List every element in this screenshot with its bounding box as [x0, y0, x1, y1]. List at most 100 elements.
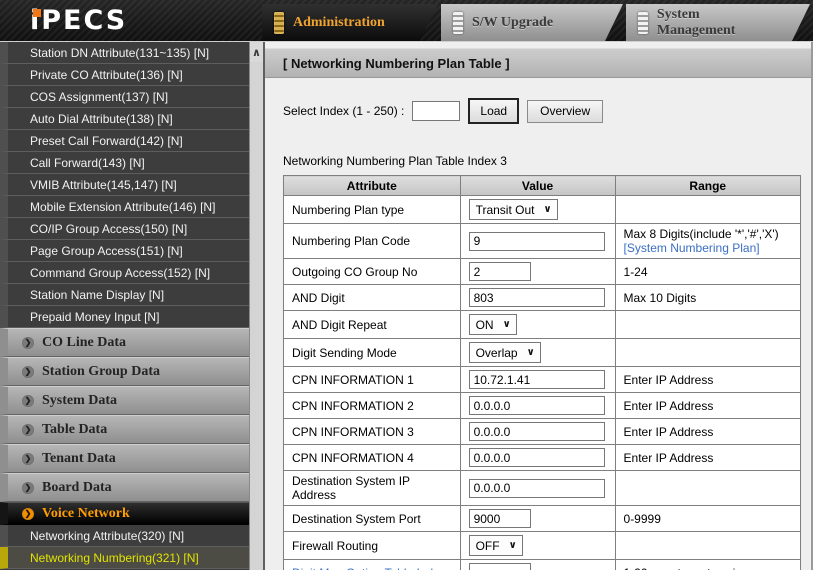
sidebar-label: Tenant Data	[42, 451, 116, 467]
ledger-icon	[274, 12, 284, 34]
select-index-input[interactable]	[412, 101, 460, 121]
attribute-label: Digit Sending Mode	[292, 346, 397, 360]
sidebar-item-auto-dial-attribute-138-n[interactable]: Auto Dial Attribute(138) [N]	[0, 108, 249, 130]
attribute-cell: Digit Sending Mode	[284, 339, 461, 367]
value-cell	[460, 285, 615, 311]
destination-system-ip-address-input[interactable]	[469, 479, 605, 498]
numbering-plan-table: AttributeValueRange Numbering Plan typeT…	[283, 175, 801, 570]
sidebar-item-station-dn-attribute-131-135-n[interactable]: Station DN Attribute(131~135) [N]	[0, 42, 249, 64]
sidebar-label: Private CO Attribute(136) [N]	[30, 68, 183, 82]
ledger-icon	[638, 12, 648, 34]
value-cell: OFF ∨	[460, 532, 615, 560]
value-cell	[460, 445, 615, 471]
destination-system-port-input[interactable]	[469, 509, 531, 528]
outgoing-co-group-no-input[interactable]	[469, 262, 531, 281]
value-cell	[460, 367, 615, 393]
load-button[interactable]: Load	[468, 98, 519, 124]
sidebar-scrollbar[interactable]: ∧	[249, 42, 263, 570]
chevron-right-circle-icon: ❯	[22, 395, 34, 407]
attribute-cell: AND Digit Repeat	[284, 311, 461, 339]
sidebar-category-tenant-data[interactable]: ❯Tenant Data	[0, 444, 249, 473]
numbering-plan-code-input[interactable]	[469, 232, 605, 251]
range-cell: Enter IP Address	[615, 393, 800, 419]
range-text: Enter IP Address	[624, 425, 796, 439]
cpn-information-3-input[interactable]	[469, 422, 605, 441]
sidebar-item-page-group-access-151-n[interactable]: Page Group Access(151) [N]	[0, 240, 249, 262]
sidebar-label: Mobile Extension Attribute(146) [N]	[30, 200, 215, 214]
sidebar-item-mobile-extension-attribute-146-n[interactable]: Mobile Extension Attribute(146) [N]	[0, 196, 249, 218]
digit-sending-mode-select[interactable]: Overlap∨	[469, 342, 541, 363]
attribute-label: CPN INFORMATION 2	[292, 399, 414, 413]
range-text: Enter IP Address	[624, 451, 796, 465]
chevron-down-icon: ∨	[509, 540, 517, 551]
tab-s-w-upgrade[interactable]: S/W Upgrade	[441, 4, 623, 41]
sidebar-item-co-ip-group-access-150-n[interactable]: CO/IP Group Access(150) [N]	[0, 218, 249, 240]
digit-map-option-table-index-input[interactable]	[469, 563, 531, 570]
system-numbering-plan-link[interactable]: [System Numbering Plan]	[624, 241, 796, 255]
sidebar-item-preset-call-forward-142-n[interactable]: Preset Call Forward(142) [N]	[0, 130, 249, 152]
value-cell: Transit Out∨	[460, 196, 615, 224]
sidebar-label: Networking Attribute(320) [N]	[30, 529, 184, 543]
logo-text: iPECS	[30, 5, 127, 36]
select-value: OFF	[476, 539, 500, 553]
sidebar-item-private-co-attribute-136-n[interactable]: Private CO Attribute(136) [N]	[0, 64, 249, 86]
range-text: Enter IP Address	[624, 373, 796, 387]
range-cell	[615, 311, 800, 339]
page-title: [ Networking Numbering Plan Table ]	[265, 48, 811, 78]
sidebar-category-board-data[interactable]: ❯Board Data	[0, 473, 249, 502]
table-row: Numbering Plan CodeMax 8 Digits(include …	[284, 224, 801, 259]
range-cell	[615, 339, 800, 367]
sidebar-item-prepaid-money-input-n[interactable]: Prepaid Money Input [N]	[0, 306, 249, 328]
tab-administration[interactable]: Administration	[262, 4, 438, 41]
cpn-information-1-input[interactable]	[469, 370, 605, 389]
table-row: Firewall RoutingOFF∨	[284, 532, 801, 560]
scroll-up-button[interactable]: ∧	[250, 42, 263, 62]
column-header-range: Range	[615, 176, 800, 196]
cpn-information-4-input[interactable]	[469, 448, 605, 467]
sidebar-category-station-group-data[interactable]: ❯Station Group Data	[0, 357, 249, 386]
range-cell	[615, 532, 800, 560]
firewall-routing-select[interactable]: OFF ∨	[469, 535, 523, 556]
tab-system-management[interactable]: System Management	[626, 4, 810, 41]
sidebar-item-networking-attribute-320-n[interactable]: Networking Attribute(320) [N]	[0, 525, 249, 547]
sidebar-item-command-group-access-152-n[interactable]: Command Group Access(152) [N]	[0, 262, 249, 284]
value-cell: ON∨	[460, 311, 615, 339]
range-text: 0-9999	[624, 512, 796, 526]
chevron-right-circle-icon: ❯	[22, 424, 34, 436]
sidebar-category-table-data[interactable]: ❯Table Data	[0, 415, 249, 444]
numbering-plan-type-select[interactable]: Transit Out∨	[469, 199, 558, 220]
sidebar-category-co-line-data[interactable]: ❯CO Line Data	[0, 328, 249, 357]
sidebar-item-cos-assignment-137-n[interactable]: COS Assignment(137) [N]	[0, 86, 249, 108]
sidebar-label: Prepaid Money Input [N]	[30, 310, 159, 324]
sidebar-label: Call Forward(143) [N]	[30, 156, 145, 170]
overview-button[interactable]: Overview	[527, 100, 603, 123]
attribute-label: Numbering Plan Code	[292, 234, 410, 248]
select-value: Overlap	[476, 346, 518, 360]
logo-dot	[33, 9, 41, 17]
and-digit-input[interactable]	[469, 288, 605, 307]
sidebar-item-vmib-attribute-145-147-n[interactable]: VMIB Attribute(145,147) [N]	[0, 174, 249, 196]
sidebar-label: Board Data	[42, 480, 112, 496]
sidebar-category-voice-network[interactable]: ❯Voice Network	[0, 502, 249, 525]
digit-map-option-table-index-link[interactable]: Digit Map Option Table Index	[292, 566, 446, 570]
sidebar-category-system-data[interactable]: ❯System Data	[0, 386, 249, 415]
attribute-label: Numbering Plan type	[292, 203, 404, 217]
range-cell: 1-20, empty=not assign	[615, 560, 800, 570]
attribute-label: Destination System Port	[292, 512, 421, 526]
value-cell: Overlap∨	[460, 339, 615, 367]
value-cell	[460, 560, 615, 570]
sidebar-item-station-name-display-n[interactable]: Station Name Display [N]	[0, 284, 249, 306]
sidebar-item-call-forward-143-n[interactable]: Call Forward(143) [N]	[0, 152, 249, 174]
attribute-cell: CPN INFORMATION 3	[284, 419, 461, 445]
range-cell	[615, 471, 800, 506]
range-cell: Enter IP Address	[615, 367, 800, 393]
sidebar-item-networking-numbering-321-n[interactable]: Networking Numbering(321) [N]	[0, 547, 249, 569]
select-index-label: Select Index (1 - 250) :	[283, 104, 404, 118]
attribute-cell: Numbering Plan Code	[284, 224, 461, 259]
sidebar-label: Page Group Access(151) [N]	[30, 244, 183, 258]
value-cell	[460, 471, 615, 506]
sidebar-label: VMIB Attribute(145,147) [N]	[30, 178, 177, 192]
cpn-information-2-input[interactable]	[469, 396, 605, 415]
and-digit-repeat-select[interactable]: ON∨	[469, 314, 517, 335]
range-cell: 0-9999	[615, 506, 800, 532]
